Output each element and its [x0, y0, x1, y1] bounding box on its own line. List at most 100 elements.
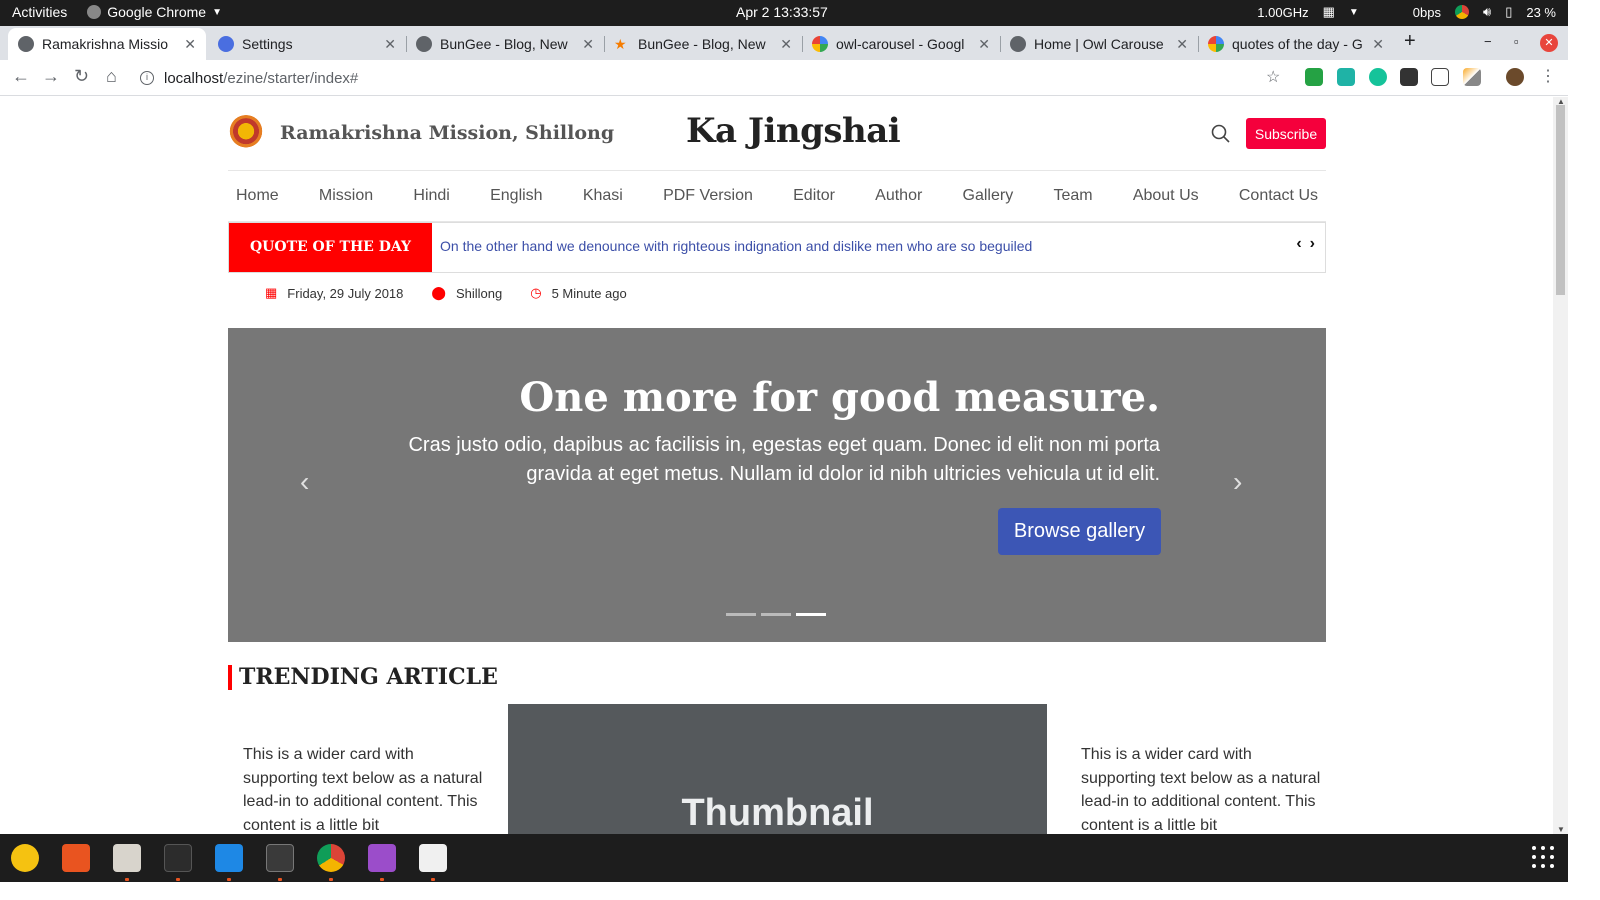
nav-english[interactable]: English	[490, 187, 542, 205]
chevron-left-icon[interactable]: ‹	[1296, 235, 1301, 253]
rhythmbox-icon[interactable]	[11, 844, 39, 872]
cpu-indicator[interactable]: 1.00GHz	[1257, 5, 1308, 20]
close-icon[interactable]: ✕	[978, 36, 990, 53]
gear-icon	[218, 36, 234, 52]
browse-gallery-button[interactable]: Browse gallery	[998, 508, 1161, 555]
nav-mission[interactable]: Mission	[319, 187, 373, 205]
quote-text[interactable]: On the other hand we denounce with right…	[440, 238, 1032, 254]
tab-quotes[interactable]: quotes of the day - G ✕	[1198, 28, 1394, 60]
nav-home[interactable]: Home	[236, 187, 279, 205]
nav-editor[interactable]: Editor	[793, 187, 835, 205]
globe-icon	[416, 36, 432, 52]
info-icon[interactable]: i	[140, 71, 154, 85]
main-nav: Home Mission Hindi English Khasi PDF Ver…	[228, 171, 1326, 221]
tab-owl-google[interactable]: owl-carousel - Googl ✕	[802, 28, 1000, 60]
software-center-icon[interactable]	[62, 844, 90, 872]
activities-button[interactable]: Activities	[12, 4, 67, 20]
tab-owl-home[interactable]: Home | Owl Carouse ✕	[1000, 28, 1198, 60]
tab-bungee-2[interactable]: ★ BunGee - Blog, New ✕	[604, 28, 802, 60]
post-meta: ▦ Friday, 29 July 2018 ⬤ Shillong ◷ 5 Mi…	[265, 285, 627, 301]
video-player-icon[interactable]	[368, 844, 396, 872]
carousel-indicator[interactable]	[761, 613, 791, 616]
close-icon[interactable]: ✕	[780, 36, 792, 53]
tab-settings[interactable]: Settings ✕	[208, 28, 406, 60]
close-icon[interactable]: ✕	[582, 36, 594, 53]
browser-toolbar: ← → ↻ ⌂ i localhost/ezine/starter/index#…	[0, 60, 1568, 96]
show-applications-icon[interactable]	[1532, 846, 1554, 868]
nav-pdf-version[interactable]: PDF Version	[663, 187, 753, 205]
more-menu-icon[interactable]: ⋮	[1540, 66, 1556, 86]
volume-icon[interactable]: 🔊︎	[1483, 4, 1491, 20]
close-icon[interactable]: ✕	[184, 36, 196, 53]
running-indicator	[227, 878, 231, 881]
scroll-down-icon[interactable]: ▼	[1557, 825, 1565, 834]
home-icon[interactable]: ⌂	[106, 66, 117, 87]
nav-team[interactable]: Team	[1053, 187, 1092, 205]
nav-about-us[interactable]: About Us	[1133, 187, 1199, 205]
system-monitor-icon[interactable]	[266, 844, 294, 872]
back-icon[interactable]: ←	[12, 66, 30, 87]
tab-bungee-1[interactable]: BunGee - Blog, New ✕	[406, 28, 604, 60]
carousel-indicator[interactable]	[796, 613, 826, 616]
site-brand[interactable]: Ramakrishna Mission, Shillong	[228, 115, 614, 151]
app-menu[interactable]: Google Chrome ▼	[87, 4, 222, 20]
page-scrollbar[interactable]: ▲ ▼	[1553, 97, 1568, 834]
app-menu-label: Google Chrome	[107, 4, 207, 20]
running-indicator	[278, 878, 282, 881]
files-icon[interactable]	[113, 844, 141, 872]
grammarly-icon[interactable]	[1369, 68, 1387, 86]
carousel-indicator[interactable]	[726, 613, 756, 616]
window-close-icon[interactable]: ✕	[1540, 34, 1558, 52]
battery-icon[interactable]: ▯	[1505, 4, 1512, 20]
nav-contact-us[interactable]: Contact Us	[1239, 187, 1318, 205]
battery-percent: 23 %	[1526, 4, 1556, 20]
brand-name: Ramakrishna Mission, Shillong	[280, 122, 615, 144]
close-icon[interactable]: ✕	[1176, 36, 1188, 53]
address-bar[interactable]: i localhost/ezine/starter/index#	[140, 64, 1290, 92]
scrollbar-thumb[interactable]	[1556, 105, 1565, 295]
edit-extension-icon[interactable]	[1431, 68, 1449, 86]
terminal-icon[interactable]	[164, 844, 192, 872]
nav-author[interactable]: Author	[875, 187, 922, 205]
meta-date-text: Friday, 29 July 2018	[287, 285, 404, 301]
bookmark-star-icon[interactable]: ☆	[1266, 67, 1280, 87]
subscribe-button[interactable]: Subscribe	[1246, 118, 1326, 149]
text-editor-icon[interactable]	[419, 844, 447, 872]
network-indicator[interactable]: 0bps	[1413, 5, 1441, 20]
close-icon[interactable]: ✕	[384, 36, 396, 53]
nav-khasi[interactable]: Khasi	[583, 187, 623, 205]
tab-ramakrishna[interactable]: Ramakrishna Missio ✕	[8, 28, 206, 60]
color-picker-extension-icon[interactable]	[1463, 68, 1481, 86]
chrome-tray-icon[interactable]	[1455, 5, 1469, 19]
running-indicator	[176, 878, 180, 881]
whatsapp-extension-icon[interactable]	[1305, 68, 1323, 86]
nav-gallery[interactable]: Gallery	[963, 187, 1014, 205]
chevron-right-icon[interactable]: ›	[1310, 235, 1315, 253]
carousel-prev-icon[interactable]: ‹	[300, 466, 309, 498]
chevron-down-icon[interactable]: ▼	[1349, 7, 1359, 18]
card-thumbnail[interactable]: Thumbnail	[508, 704, 1047, 834]
tab-strip: Ramakrishna Missio ✕ Settings ✕ BunGee -…	[0, 26, 1568, 60]
cube-extension-icon[interactable]	[1400, 68, 1418, 86]
thumbnail-label: Thumbnail	[681, 792, 874, 834]
minimize-icon[interactable]: −	[1484, 34, 1492, 49]
search-icon[interactable]	[1210, 123, 1232, 145]
running-indicator	[431, 878, 435, 881]
restore-icon[interactable]: ▫	[1514, 34, 1519, 49]
new-tab-icon[interactable]: +	[1404, 30, 1416, 53]
vscode-icon[interactable]	[215, 844, 243, 872]
site-title[interactable]: Ka Jingshai	[686, 111, 901, 151]
carousel-next-icon[interactable]: ›	[1233, 466, 1242, 498]
quote-ticker: QUOTE OF THE DAY On the other hand we de…	[228, 222, 1326, 273]
reload-icon[interactable]: ↻	[74, 66, 89, 87]
meta-location: ⬤ Shillong	[431, 285, 502, 301]
clock[interactable]: Apr 2 13:33:57	[736, 4, 828, 20]
nav-hindi[interactable]: Hindi	[413, 187, 449, 205]
forward-icon[interactable]: →	[42, 66, 60, 87]
close-icon[interactable]: ✕	[1372, 36, 1384, 53]
cpu-chip-icon: ▦	[1322, 4, 1335, 19]
n-extension-icon[interactable]	[1337, 68, 1355, 86]
avatar[interactable]	[1506, 68, 1524, 86]
chrome-icon[interactable]	[317, 844, 345, 872]
hero-carousel: ‹ One more for good measure. Cras justo …	[228, 328, 1326, 642]
